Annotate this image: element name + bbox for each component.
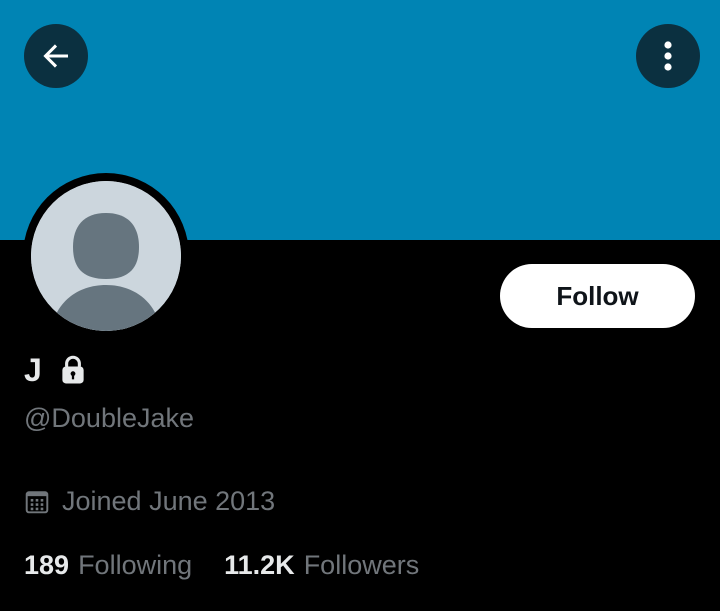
- arrow-left-icon: [38, 38, 74, 74]
- more-options-button[interactable]: [636, 24, 700, 88]
- display-name: J: [24, 351, 42, 388]
- follow-button[interactable]: Follow: [500, 264, 695, 328]
- joined-date-text: Joined June 2013: [62, 486, 276, 516]
- back-button[interactable]: [24, 24, 88, 88]
- lock-icon: [56, 353, 90, 387]
- followers-count: 11.2K: [224, 550, 295, 580]
- name-row: J: [24, 350, 90, 390]
- following-link[interactable]: 189 Following: [24, 550, 192, 581]
- avatar[interactable]: [31, 181, 181, 331]
- profile-handle: @DoubleJake: [24, 403, 195, 433]
- following-label: Following: [78, 550, 193, 580]
- vertical-dots-icon: [662, 38, 674, 74]
- followers-label: Followers: [303, 550, 420, 580]
- default-avatar-icon: [31, 181, 181, 331]
- joined-date-row: Joined June 2013: [24, 486, 275, 517]
- follow-stats: 189 Following 11.2K Followers: [24, 550, 419, 581]
- calendar-icon: [24, 489, 50, 515]
- followers-link[interactable]: 11.2K Followers: [224, 550, 419, 581]
- following-count: 189: [24, 550, 70, 580]
